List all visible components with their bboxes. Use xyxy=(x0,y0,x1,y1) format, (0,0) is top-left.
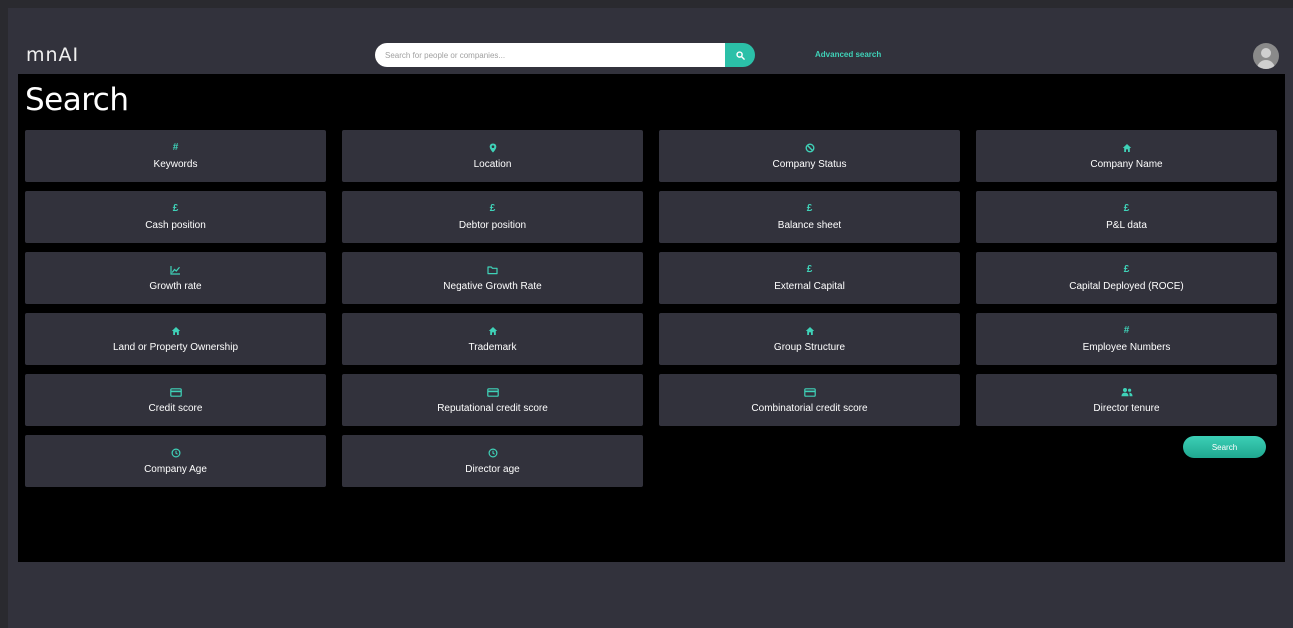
filter-tile[interactable]: Trademark xyxy=(342,313,643,365)
search-button[interactable] xyxy=(725,43,755,67)
pound-icon: £ xyxy=(1123,203,1130,214)
filter-tile[interactable]: Company Name xyxy=(976,130,1277,182)
hash-icon: # xyxy=(1123,325,1130,336)
filter-tile-label: Negative Growth Rate xyxy=(443,280,542,292)
pound-icon: £ xyxy=(489,203,496,214)
filter-tile-label: Cash position xyxy=(145,219,206,231)
filter-tile[interactable]: Location xyxy=(342,130,643,182)
line-chart-icon xyxy=(170,264,181,277)
filter-tile[interactable]: Growth rate xyxy=(25,252,326,304)
advanced-search-link[interactable]: Advanced search xyxy=(815,50,881,59)
home-icon xyxy=(805,325,815,338)
folder-icon xyxy=(487,264,498,277)
filter-tile-label: Debtor position xyxy=(458,219,527,231)
home-icon xyxy=(171,325,181,338)
filter-tile[interactable]: Director tenure xyxy=(976,374,1277,426)
filter-tile[interactable]: Credit score xyxy=(25,374,326,426)
filter-tile[interactable]: £ External Capital xyxy=(659,252,960,304)
people-icon xyxy=(1121,386,1133,399)
search-input[interactable] xyxy=(375,43,725,67)
filter-tile-label: Director tenure xyxy=(1093,402,1160,414)
pound-icon: £ xyxy=(172,203,179,214)
filter-tile[interactable]: £ Capital Deployed (ROCE) xyxy=(976,252,1277,304)
credit-card-icon xyxy=(803,386,816,399)
filter-tile-label: P&L data xyxy=(1106,219,1147,231)
filter-tile[interactable]: Company Status xyxy=(659,130,960,182)
filter-tile-label: Credit score xyxy=(148,402,203,414)
filter-tile-label: Company Age xyxy=(144,463,207,475)
filter-tile[interactable]: Company Age xyxy=(25,435,326,487)
search-submit-button[interactable]: Search xyxy=(1183,436,1266,458)
filter-tile-label: Growth rate xyxy=(149,280,202,292)
filter-tile[interactable]: Land or Property Ownership xyxy=(25,313,326,365)
clock-icon xyxy=(487,447,498,460)
filter-tile-label: Company Status xyxy=(772,158,847,170)
location-pin-icon xyxy=(489,142,497,155)
filter-tile[interactable]: Director age xyxy=(342,435,643,487)
filter-tile-label: Trademark xyxy=(468,341,517,353)
credit-card-icon xyxy=(169,386,182,399)
pound-icon: £ xyxy=(806,203,813,214)
pound-icon: £ xyxy=(1123,264,1130,275)
filter-tile-label: Keywords xyxy=(153,158,198,170)
app-window: mnAI Advanced search Search # Keywords Loc… xyxy=(8,8,1293,628)
filter-tile[interactable]: £ Debtor position xyxy=(342,191,643,243)
filter-tile-label: Balance sheet xyxy=(777,219,842,231)
block-icon xyxy=(805,142,815,155)
filter-tile-label: Group Structure xyxy=(773,341,846,353)
clock-icon xyxy=(170,447,181,460)
home-icon xyxy=(1122,142,1132,155)
filter-tile-label: Combinatorial credit score xyxy=(751,402,868,414)
filter-tile[interactable]: £ P&L data xyxy=(976,191,1277,243)
global-search xyxy=(375,43,755,67)
user-avatar-icon[interactable] xyxy=(1253,43,1279,69)
home-icon xyxy=(488,325,498,338)
filter-tile[interactable]: Group Structure xyxy=(659,313,960,365)
filter-tile[interactable]: Combinatorial credit score xyxy=(659,374,960,426)
pound-icon: £ xyxy=(806,264,813,275)
top-bar: mnAI Advanced search xyxy=(8,8,1293,74)
filter-tile[interactable]: # Employee Numbers xyxy=(976,313,1277,365)
page-title: Search xyxy=(25,82,129,118)
credit-card-icon xyxy=(486,386,499,399)
filter-tile-label: Company Name xyxy=(1090,158,1163,170)
app-logo[interactable]: mnAI xyxy=(26,44,79,66)
filter-tile[interactable]: # Keywords xyxy=(25,130,326,182)
filter-tile-label: Location xyxy=(473,158,512,170)
filter-tile-label: Reputational credit score xyxy=(437,402,548,414)
filter-tile-label: Capital Deployed (ROCE) xyxy=(1069,280,1184,292)
filter-tile-label: Employee Numbers xyxy=(1082,341,1171,353)
filter-tile-label: Director age xyxy=(465,463,520,475)
search-icon xyxy=(735,50,745,60)
filter-tile[interactable]: £ Cash position xyxy=(25,191,326,243)
filter-tile-label: External Capital xyxy=(774,280,845,292)
filter-tile[interactable]: £ Balance sheet xyxy=(659,191,960,243)
filter-tile[interactable]: Reputational credit score xyxy=(342,374,643,426)
filter-tile-label: Land or Property Ownership xyxy=(112,341,239,353)
hash-icon: # xyxy=(172,142,179,153)
search-panel: Search # Keywords Location Company Status Co… xyxy=(18,74,1285,562)
filter-tile[interactable]: Negative Growth Rate xyxy=(342,252,643,304)
